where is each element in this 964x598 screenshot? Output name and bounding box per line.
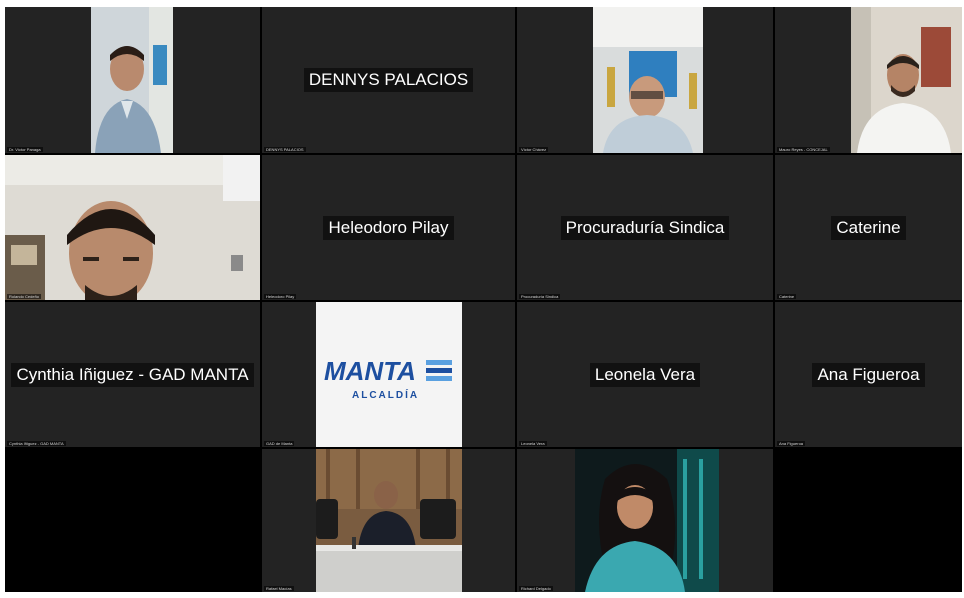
participant-tile-p7[interactable]: Procuraduría Sindica Procuraduría Sindic…: [517, 155, 773, 300]
participant-display-name: Leonela Vera: [589, 362, 701, 387]
participant-name-label: Leonela Vera: [519, 441, 547, 446]
participant-video: [593, 7, 703, 153]
manta-wordmark: MANTA: [324, 356, 416, 386]
participant-tile-p5[interactable]: Rolando Cedeño: [5, 155, 260, 300]
participant-display-name: Caterine: [831, 215, 906, 240]
participant-tile-p13[interactable]: Rafael Macías: [262, 449, 515, 592]
participant-name-label: Dr. Víctor Panaga: [7, 147, 43, 152]
participant-name-label: Ana Figueroa: [777, 441, 806, 446]
participant-name-label: Heleodoro Pilay: [264, 294, 297, 299]
participant-tile-p12[interactable]: Ana Figueroa Ana Figueroa: [775, 302, 962, 447]
participant-tile-p10[interactable]: MANTA ALCALDÍA GAD de Manta: [262, 302, 515, 447]
participant-tile-p3[interactable]: Víctor Chávez: [517, 7, 773, 153]
participant-video: [575, 449, 719, 592]
participant-tile-p6[interactable]: Heleodoro Pilay Heleodoro Pilay: [262, 155, 515, 300]
participant-name-label: Cynthia Iñiguez - GAD MANTA: [7, 441, 66, 446]
participant-tile-p14[interactable]: Richard Delgado: [517, 449, 773, 592]
empty-slot-left: [5, 449, 260, 592]
participant-name-label: Richard Delgado: [519, 586, 553, 591]
participant-name-label: Rolando Cedeño: [7, 294, 42, 299]
participant-name-label: Caterine: [777, 294, 797, 299]
participant-name-label: Mauro Reyes - CONCEJAL: [777, 147, 830, 152]
participant-display-name: DENNYS PALACIOS: [303, 68, 474, 92]
participant-display-name: Cynthia Iñiguez - GAD MANTA: [11, 362, 254, 387]
participant-display-name: Ana Figueroa: [812, 362, 925, 387]
participant-video: [91, 7, 173, 153]
participant-video: [316, 449, 462, 592]
participant-tile-p9[interactable]: Cynthia Iñiguez - GAD MANTA Cynthia Iñig…: [5, 302, 260, 447]
participant-display-name: Heleodoro Pilay: [323, 215, 454, 240]
participant-name-label: DENNYS PALACIOS: [264, 147, 306, 152]
participant-tile-p4[interactable]: Mauro Reyes - CONCEJAL: [775, 7, 962, 153]
participant-name-label: Rafael Macías: [264, 586, 294, 591]
participant-tile-p8[interactable]: Caterine Caterine: [775, 155, 962, 300]
participant-tile-p2[interactable]: DENNYS PALACIOS DENNYS PALACIOS: [262, 7, 515, 153]
participant-tile-p11[interactable]: Leonela Vera Leonela Vera: [517, 302, 773, 447]
empty-slot-right: [775, 449, 962, 592]
participant-name-label: Procuraduría Sindica: [519, 294, 561, 299]
participant-name-label: GAD de Manta: [264, 441, 295, 446]
manta-logo-video: MANTA ALCALDÍA: [316, 302, 462, 447]
participant-display-name: Procuraduría Sindica: [560, 215, 730, 240]
manta-logo: MANTA ALCALDÍA: [316, 302, 462, 447]
participant-name-label: Víctor Chávez: [519, 147, 549, 152]
video-grid: Dr. Víctor Panaga DENNYS PALACIOS DENNYS…: [5, 7, 962, 592]
participant-video: [5, 155, 260, 300]
participant-tile-p1[interactable]: Dr. Víctor Panaga: [5, 7, 260, 153]
manta-subtitle: ALCALDÍA: [352, 388, 419, 401]
participant-video: [851, 7, 962, 153]
